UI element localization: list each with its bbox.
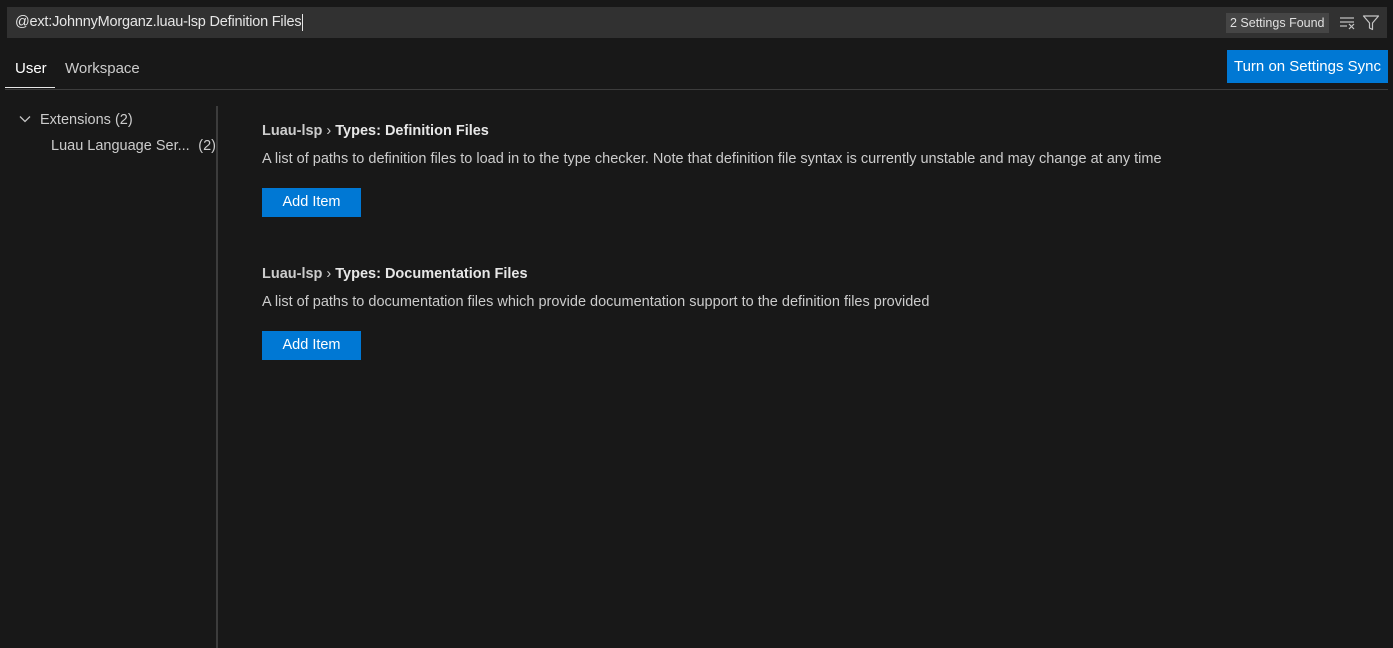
setting-separator: › xyxy=(326,266,332,282)
search-input-value: @ext:JohnnyMorganz.luau-lsp Definition F… xyxy=(15,14,302,30)
toc-group-label: Extensions xyxy=(40,112,111,128)
toc-item-label: Luau Language Ser... xyxy=(51,138,190,154)
setting-definition-files: Luau-lsp › Types: Definition Files A list … xyxy=(262,121,1362,217)
add-item-button[interactable]: Add Item xyxy=(262,331,361,360)
toc-group-extensions[interactable]: Extensions (2) xyxy=(18,110,133,130)
setting-description: A list of paths to documentation files w… xyxy=(262,294,930,310)
setting-category: Luau-lsp xyxy=(262,123,323,139)
search-input[interactable]: @ext:JohnnyMorganz.luau-lsp Definition F… xyxy=(7,7,1217,38)
add-item-button[interactable]: Add Item xyxy=(262,188,361,217)
setting-name: Types: Documentation Files xyxy=(335,266,528,282)
setting-category: Luau-lsp xyxy=(262,266,323,282)
tab-user[interactable]: User xyxy=(5,54,55,88)
settings-toc: Extensions (2) Luau Language Ser... (2) xyxy=(0,106,217,648)
setting-description: A list of paths to definition files to l… xyxy=(262,151,1162,167)
setting-title: Luau-lsp › Types: Documentation Files xyxy=(262,264,1362,284)
turn-on-settings-sync-button[interactable]: Turn on Settings Sync xyxy=(1227,50,1388,83)
toc-item-count: (2) xyxy=(198,138,216,154)
search-bar: @ext:JohnnyMorganz.luau-lsp Definition F… xyxy=(7,7,1387,38)
filter-icon[interactable] xyxy=(1361,13,1381,33)
toc-item-luau-language-server[interactable]: Luau Language Ser... (2) xyxy=(51,136,216,156)
toc-divider xyxy=(216,106,218,648)
settings-editor: @ext:JohnnyMorganz.luau-lsp Definition F… xyxy=(0,0,1393,648)
setting-name: Types: Definition Files xyxy=(335,123,489,139)
tab-workspace[interactable]: Workspace xyxy=(65,54,140,88)
setting-title: Luau-lsp › Types: Definition Files xyxy=(262,121,1362,141)
settings-count-badge: 2 Settings Found xyxy=(1226,13,1329,33)
setting-separator: › xyxy=(326,123,332,139)
toc-group-count: (2) xyxy=(114,112,133,128)
clear-filter-icon[interactable] xyxy=(1338,13,1358,33)
setting-documentation-files: Luau-lsp › Types: Documentation Files A li… xyxy=(262,264,1362,360)
tabs-divider xyxy=(5,89,1388,90)
chevron-down-icon xyxy=(18,112,32,126)
